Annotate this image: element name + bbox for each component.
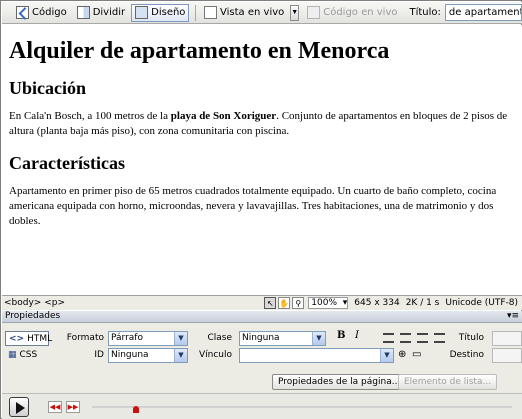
download-size: 2K / 1 s: [405, 298, 440, 308]
css-mode-label: CSS: [19, 349, 38, 360]
fast-forward-icon: ▶▶: [67, 404, 79, 411]
target-field[interactable]: [492, 348, 522, 363]
target-label: Destino: [449, 350, 484, 360]
section-heading-location[interactable]: Ubicación: [9, 78, 515, 98]
rewind-button[interactable]: ◀◀: [48, 401, 62, 413]
live-view-button[interactable]: Vista en vivo: [200, 4, 288, 22]
format-value: Párrafo: [111, 333, 143, 343]
zoom-select[interactable]: 100% ▾: [308, 297, 349, 309]
fast-forward-button[interactable]: ▶▶: [66, 401, 80, 413]
document-title-label: Título:: [409, 7, 441, 18]
css-mode-button[interactable]: ▦ CSS: [5, 347, 49, 362]
css-icon: ▦: [8, 349, 17, 360]
properties-panel-title: Propiedades: [5, 311, 61, 321]
playhead-marker[interactable]: [133, 406, 139, 413]
status-bar: <body> <p> ↖ ✋ ⚲ 100% ▾ 645 x 334 2K / 1 …: [2, 295, 522, 310]
chevron-down-icon: ▼: [380, 349, 393, 362]
id-select[interactable]: Ninguna ▼: [108, 348, 188, 363]
live-view-label: Vista en vivo: [220, 7, 285, 18]
outdent-icon[interactable]: [417, 333, 428, 343]
list-item-button[interactable]: Elemento de lista...: [398, 374, 498, 390]
paragraph-features[interactable]: Apartamento en primer piso de 65 metros …: [9, 184, 515, 229]
live-code-button[interactable]: Código en vivo: [303, 4, 401, 22]
code-view-icon: [16, 6, 29, 19]
chevron-down-icon: ▼: [291, 9, 299, 16]
section-heading-features[interactable]: Características: [9, 153, 515, 173]
code-view-label: Código: [32, 7, 67, 18]
class-select[interactable]: Ninguna ▼: [239, 331, 326, 346]
dreamweaver-window: Código Dividir Diseño Vista en vivo ▼ Có…: [0, 0, 522, 419]
encoding: Unicode (UTF-8): [445, 298, 518, 308]
window-size[interactable]: 645 x 334: [354, 298, 399, 308]
live-code-label: Código en vivo: [323, 7, 398, 18]
id-value: Ninguna: [111, 350, 149, 360]
html-icon: <>: [9, 333, 25, 344]
italic-button[interactable]: I: [355, 330, 359, 341]
class-label: Clase: [207, 333, 232, 343]
title-field[interactable]: [492, 331, 522, 346]
properties-panel: <> HTML ▦ CSS Formato Párrafo ▼ ID Ningu…: [2, 323, 522, 393]
document-title-input[interactable]: de apartamento en Menorca: [444, 4, 522, 21]
chevron-down-icon: ▾: [342, 298, 348, 308]
folder-icon[interactable]: ▭: [412, 349, 421, 360]
rewind-icon: ◀◀: [49, 404, 61, 411]
zoom-value: 100%: [311, 298, 338, 308]
design-view-button[interactable]: Diseño: [131, 3, 190, 22]
html-mode-label: HTML: [27, 333, 53, 344]
tag-selector[interactable]: <body> <p>: [2, 298, 264, 308]
design-view-icon: [135, 6, 149, 19]
bold-button[interactable]: B: [337, 330, 345, 341]
ordered-list-icon[interactable]: [400, 333, 411, 343]
design-view-label: Diseño: [151, 7, 186, 18]
id-label: ID: [94, 350, 104, 360]
paragraph-location-text-start: En Cala'n Bosch, a 100 metros de la: [9, 110, 171, 122]
zoom-tool-icon[interactable]: ⚲: [292, 297, 305, 309]
link-input[interactable]: ▼: [239, 348, 394, 363]
live-view-icon: [204, 6, 218, 19]
format-label: Formato: [66, 333, 104, 343]
hand-tool-icon[interactable]: ✋: [278, 297, 291, 309]
paragraph-location-bold: playa de Son Xoriguer: [170, 110, 277, 122]
progress-track[interactable]: [92, 406, 512, 408]
live-view-options-dropdown[interactable]: ▼: [290, 4, 300, 21]
play-button[interactable]: [9, 397, 29, 417]
design-canvas[interactable]: Alquiler de apartamento en Menorca Ubica…: [2, 25, 522, 295]
page-heading[interactable]: Alquiler de apartamento en Menorca: [9, 37, 515, 65]
live-code-icon: [307, 6, 321, 19]
chevron-down-icon: ▼: [312, 332, 325, 345]
properties-panel-header[interactable]: Propiedades ▾≡: [2, 311, 522, 323]
point-to-file-icon[interactable]: ⊕: [398, 349, 406, 360]
class-value: Ninguna: [242, 333, 280, 343]
code-view-button[interactable]: Código: [12, 4, 71, 22]
unordered-list-icon[interactable]: [383, 333, 394, 343]
player-bar: ◀◀ ▶▶: [2, 393, 522, 419]
toolbar-separator: [195, 4, 197, 21]
title-label: Título: [458, 333, 484, 343]
page-properties-button[interactable]: Propiedades de la página...: [272, 374, 407, 390]
document-toolbar: Código Dividir Diseño Vista en vivo ▼ Có…: [2, 2, 522, 24]
select-tool-icon[interactable]: ↖: [264, 297, 277, 309]
split-view-icon: [76, 6, 90, 19]
panel-menu-icon[interactable]: ▾≡: [507, 311, 519, 322]
format-select[interactable]: Párrafo ▼: [108, 331, 188, 346]
link-label: Vínculo: [198, 350, 232, 360]
status-tools: ↖ ✋ ⚲: [264, 297, 305, 309]
split-view-label: Dividir: [92, 7, 126, 18]
paragraph-location[interactable]: En Cala'n Bosch, a 100 metros de la play…: [9, 109, 515, 139]
html-mode-button[interactable]: <> HTML: [5, 331, 53, 346]
split-view-button[interactable]: Dividir: [73, 4, 129, 22]
